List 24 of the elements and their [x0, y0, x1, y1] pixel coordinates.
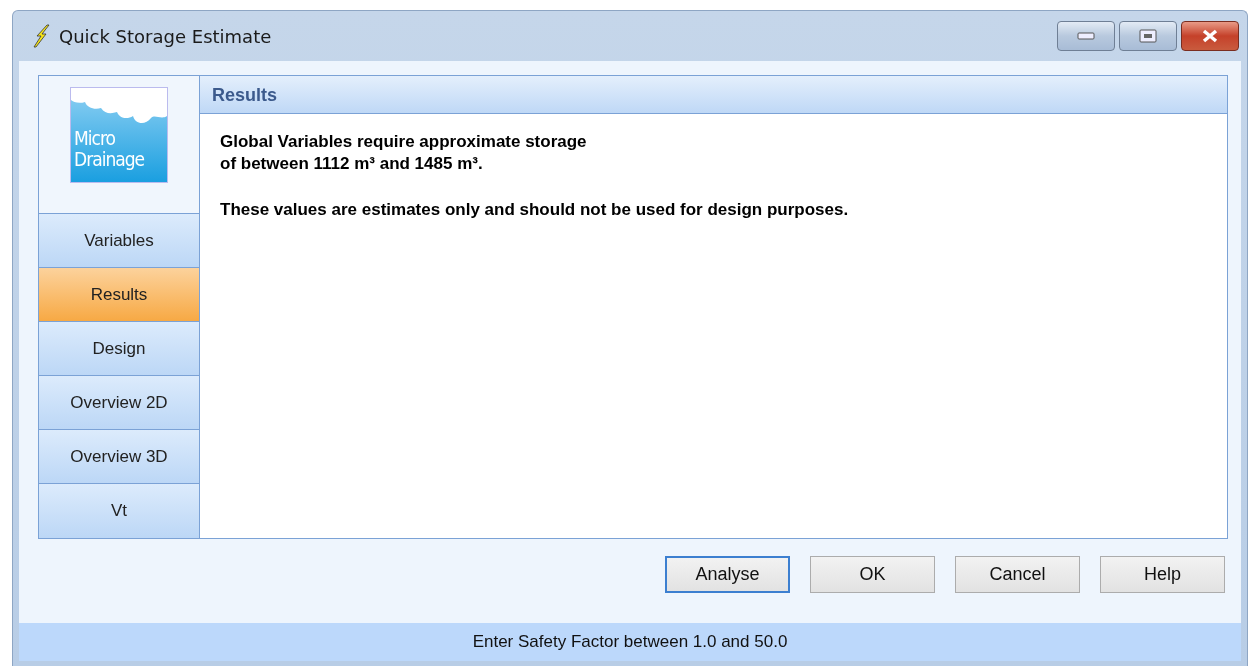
nav-tab[interactable]: Overview 3D [39, 430, 199, 484]
dialog-button[interactable]: OK [810, 556, 935, 593]
lightning-icon [31, 24, 51, 48]
dialog-button[interactable]: Help [1100, 556, 1225, 593]
message-text: These values are estimates only and should not be used for design purposes. [220, 199, 850, 221]
nav-tab[interactable]: Results [39, 268, 199, 322]
close-icon [1201, 29, 1219, 43]
minimize-icon [1077, 32, 1095, 40]
logo-text: Drainage [74, 149, 145, 170]
window-title: Quick Storage Estimate [59, 25, 272, 47]
nav-tab[interactable]: Design [39, 322, 199, 376]
nav-tab[interactable]: Vt [39, 484, 199, 538]
minimize-button[interactable] [1057, 21, 1115, 51]
logo-text: Micro [74, 128, 116, 149]
message-text: Global Variables require approximate storage of between 1112 m³ and 1485 m³. [220, 131, 588, 175]
dialog-button[interactable]: Cancel [955, 556, 1080, 593]
panel-header: Results [200, 76, 1227, 114]
maximize-icon [1139, 29, 1157, 43]
nav-tab[interactable]: Variables [39, 214, 199, 268]
maximize-button[interactable] [1119, 21, 1177, 51]
status-bar: Enter Safety Factor between 1.0 and 50.0 [19, 623, 1241, 661]
nav-tab[interactable]: Overview 2D [39, 376, 199, 430]
close-button[interactable] [1181, 21, 1239, 51]
dialog-button[interactable]: Analyse [665, 556, 790, 593]
